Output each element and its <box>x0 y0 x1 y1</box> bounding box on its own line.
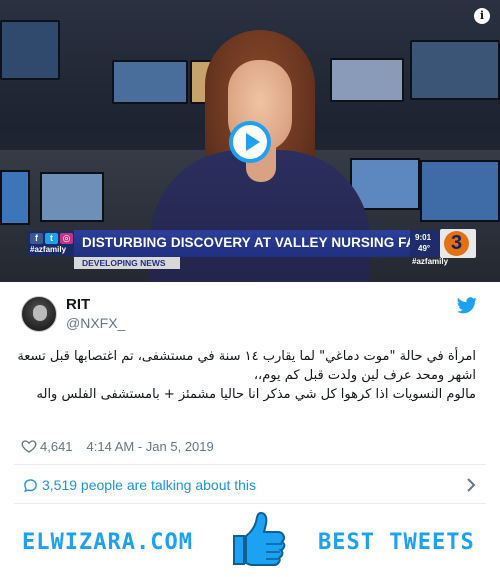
tweet-text-line: مالوم النسويات اذا كرهوا كل شي مذكر انا … <box>36 387 476 402</box>
background-monitor <box>0 20 60 80</box>
conversation-text[interactable]: 3,519 people are talking about this <box>42 477 256 493</box>
subheadline-text: DEVELOPING NEWS <box>82 258 166 268</box>
avatar[interactable] <box>21 296 57 332</box>
tweet-text-line: اشهر ومحد عرف لين ولدت قبل كم يوم،، <box>253 368 476 383</box>
divider <box>14 464 486 465</box>
background-monitor <box>330 58 404 102</box>
tweet-video[interactable]: i f t ◎ #azfamily DISTURBING DISCOVERY A… <box>0 0 500 282</box>
background-monitor <box>410 40 500 100</box>
timestamp[interactable]: 4:14 AM - Jan 5, 2019 <box>87 439 214 454</box>
divider <box>14 503 486 504</box>
info-icon[interactable]: i <box>474 8 490 24</box>
social-box: f t ◎ #azfamily <box>27 231 74 256</box>
brand-footer: ELWIZARA.COM BEST TWEETS <box>0 505 500 577</box>
background-screen <box>40 172 104 222</box>
thumbs-up-icon <box>233 511 286 566</box>
twitter-icon: t <box>45 233 58 244</box>
play-icon <box>246 133 260 151</box>
tweet-text-line: امرأة في حالة "موت دماغي" لما يقارب ١٤ س… <box>17 349 476 364</box>
time-text: 9:01 <box>415 233 432 242</box>
facebook-icon: f <box>30 233 43 244</box>
user-handle[interactable]: @NXFX_ <box>66 315 125 331</box>
brand-tagline: BEST TWEETS <box>318 530 475 555</box>
background-monitor <box>112 60 188 104</box>
display-name[interactable]: RIT <box>66 296 90 313</box>
speech-bubble-icon <box>24 479 37 493</box>
headline-bar: DISTURBING DISCOVERY AT VALLEY NURSING F… <box>74 230 459 257</box>
brand-website: ELWIZARA.COM <box>22 530 193 555</box>
instagram-icon: ◎ <box>60 233 73 244</box>
channel-logo-disc: 3 <box>444 231 469 256</box>
twitter-bird-icon[interactable] <box>457 297 477 314</box>
subheadline-bar: DEVELOPING NEWS <box>74 257 180 269</box>
tweet-text: امرأة في حالة "موت دماغي" لما يقارب ١٤ س… <box>17 347 476 404</box>
play-button[interactable] <box>229 121 271 163</box>
time-box: 9:01 49° <box>410 230 440 257</box>
temperature-text: 49° <box>418 244 431 253</box>
avatar-face <box>33 305 47 321</box>
background-screen <box>0 170 30 225</box>
social-icons: f t ◎ <box>30 233 73 244</box>
tweet-meta: 4,641 4:14 AM - Jan 5, 2019 <box>21 438 214 454</box>
channel-logo: 3 <box>440 229 476 258</box>
heart-icon[interactable] <box>21 438 37 454</box>
conversation-link[interactable]: 3,519 people are talking about this <box>14 471 486 499</box>
social-handle: #azfamily <box>30 245 67 254</box>
like-count[interactable]: 4,641 <box>40 439 73 454</box>
chevron-right-icon[interactable] <box>466 477 476 493</box>
background-screen <box>420 160 500 222</box>
hashtag-text: #azfamily <box>412 257 449 266</box>
headline-text: DISTURBING DISCOVERY AT VALLEY NURSING F… <box>82 235 459 250</box>
